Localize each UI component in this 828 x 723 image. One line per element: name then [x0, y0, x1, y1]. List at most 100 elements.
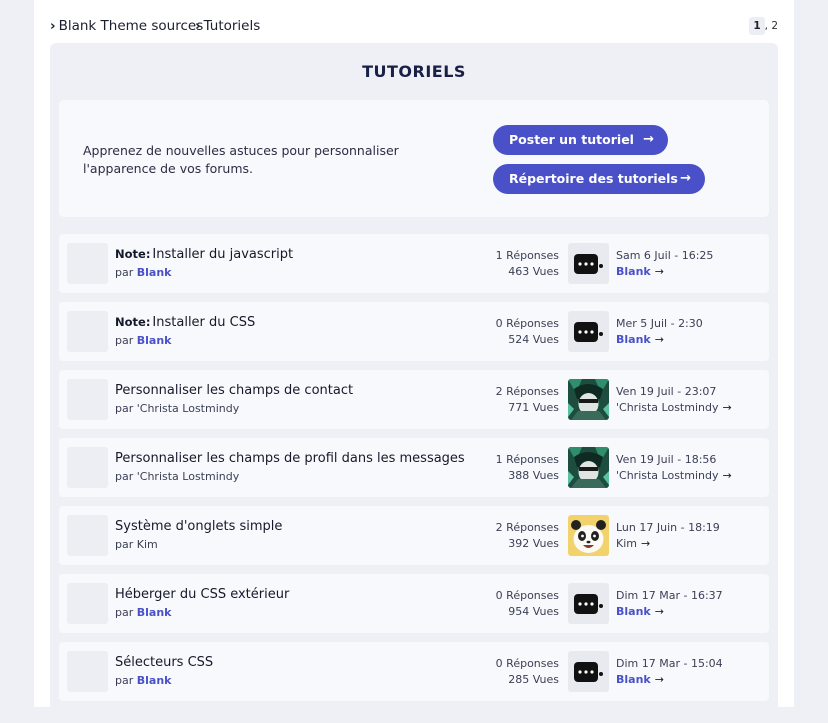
- reply-count: 2 Réponses: [495, 521, 559, 534]
- topic-title-link[interactable]: Héberger du CSS extérieur: [115, 587, 289, 602]
- topic-author[interactable]: Blank: [137, 674, 172, 687]
- arrow-right-icon[interactable]: →: [722, 469, 731, 482]
- arrow-right-icon: →: [680, 171, 691, 186]
- last-post-author[interactable]: Blank: [616, 673, 651, 686]
- last-poster-avatar[interactable]: [568, 447, 609, 488]
- reply-count: 0 Réponses: [495, 657, 559, 670]
- view-count: 463 Vues: [508, 265, 559, 278]
- topic-author[interactable]: 'Christa Lostmindy: [137, 402, 239, 415]
- tutorial-directory-button[interactable]: Répertoire des tutoriels →: [493, 164, 705, 194]
- last-post-info: Mer 5 Juil - 2:30 Blank →: [616, 316, 703, 348]
- topic-author-line: par Blank: [115, 606, 172, 619]
- topic-thumbnail: [67, 311, 108, 352]
- reply-count: 1 Réponses: [495, 249, 559, 262]
- topic-author-line: par Blank: [115, 334, 172, 347]
- topic-row: Note: Installer du javascript par Blank 1…: [59, 234, 769, 293]
- last-post-info: Dim 17 Mar - 16:37 Blank →: [616, 588, 723, 620]
- topic-author-line: par Kim: [115, 538, 158, 551]
- last-post-info: Sam 6 Juil - 16:25 Blank →: [616, 248, 713, 280]
- pagination: 1, 2: [749, 17, 778, 35]
- last-poster-avatar[interactable]: [568, 379, 609, 420]
- reply-count: 1 Réponses: [495, 453, 559, 466]
- forum-title: TUTORIELS: [362, 62, 466, 81]
- topic-title-link[interactable]: Personnaliser les champs de contact: [115, 383, 353, 398]
- last-post-author[interactable]: Kim: [616, 537, 637, 550]
- topic-title-text: Installer du CSS: [152, 315, 256, 330]
- topic-author-line: par Blank: [115, 266, 172, 279]
- post-tutorial-button[interactable]: Poster un tutoriel →: [493, 125, 668, 155]
- last-poster-avatar[interactable]: [568, 515, 609, 556]
- topic-row: Système d'onglets simple par Kim 2 Répon…: [59, 506, 769, 565]
- page-link-2[interactable]: 2: [771, 20, 778, 32]
- last-post-info: Dim 17 Mar - 15:04 Blank →: [616, 656, 723, 688]
- last-post-author[interactable]: 'Christa Lostmindy: [616, 401, 718, 414]
- last-post-author[interactable]: Blank: [616, 333, 651, 346]
- topic-stats: 0 Réponses 524 Vues: [496, 316, 559, 348]
- topic-stats: 2 Réponses 392 Vues: [496, 520, 559, 552]
- page: › Blank Theme sources › Tutoriels 1, 2 TUT…: [34, 0, 794, 723]
- topic-thumbnail: [67, 379, 108, 420]
- topic-row: Personnaliser les champs de profil dans …: [59, 438, 769, 497]
- topic-thumbnail: [67, 515, 108, 556]
- last-post-date: Ven 19 Juil - 23:07: [616, 385, 717, 398]
- topic-title-link[interactable]: Système d'onglets simple: [115, 519, 282, 534]
- topic-author[interactable]: Blank: [137, 334, 172, 347]
- topbar: › Blank Theme sources › Tutoriels 1, 2: [50, 17, 778, 37]
- last-post-date: Mer 5 Juil - 2:30: [616, 317, 703, 330]
- view-count: 524 Vues: [508, 333, 559, 346]
- last-post-author[interactable]: Blank: [616, 605, 651, 618]
- breadcrumb-tutoriels[interactable]: › Tutoriels: [195, 17, 260, 35]
- reply-count: 0 Réponses: [495, 317, 559, 330]
- topic-prefix: Note:: [115, 315, 151, 329]
- last-poster-avatar[interactable]: [568, 651, 609, 692]
- view-count: 285 Vues: [508, 673, 559, 686]
- last-post-author[interactable]: Blank: [616, 265, 651, 278]
- view-count: 954 Vues: [508, 605, 559, 618]
- topic-thumbnail: [67, 651, 108, 692]
- arrow-right-icon[interactable]: →: [722, 401, 731, 414]
- topic-author[interactable]: Blank: [137, 606, 172, 619]
- topic-title-link[interactable]: Note: Installer du javascript: [115, 247, 293, 262]
- topic-author[interactable]: Blank: [137, 266, 172, 279]
- last-post-author[interactable]: 'Christa Lostmindy: [616, 469, 718, 482]
- topic-stats: 2 Réponses 771 Vues: [496, 384, 559, 416]
- topic-stats: 1 Réponses 463 Vues: [496, 248, 559, 280]
- topic-thumbnail: [67, 583, 108, 624]
- topic-row: Note: Installer du CSS par Blank 0 Répons…: [59, 302, 769, 361]
- arrow-right-icon[interactable]: →: [655, 265, 664, 278]
- topic-title-link[interactable]: Note: Installer du CSS: [115, 315, 255, 330]
- last-post-date: Ven 19 Juil - 18:56: [616, 453, 717, 466]
- last-post-info: Lun 17 Juin - 18:19 Kim →: [616, 520, 720, 552]
- topic-prefix: Note:: [115, 247, 151, 261]
- last-poster-avatar[interactable]: [568, 311, 609, 352]
- topic-thumbnail: [67, 447, 108, 488]
- reply-count: 0 Réponses: [495, 589, 559, 602]
- topic-author-line: par 'Christa Lostmindy: [115, 402, 240, 415]
- arrow-right-icon[interactable]: →: [655, 333, 664, 346]
- last-poster-avatar[interactable]: [568, 243, 609, 284]
- topic-title-text: Installer du javascript: [152, 247, 294, 262]
- arrow-right-icon[interactable]: →: [655, 673, 664, 686]
- arrow-right-icon[interactable]: →: [641, 537, 650, 550]
- last-post-date: Dim 17 Mar - 16:37: [616, 589, 723, 602]
- topic-stats: 0 Réponses 285 Vues: [496, 656, 559, 688]
- last-poster-avatar[interactable]: [568, 583, 609, 624]
- reply-count: 2 Réponses: [495, 385, 559, 398]
- view-count: 388 Vues: [508, 469, 559, 482]
- topic-title-text: Héberger du CSS extérieur: [115, 587, 290, 602]
- forum-intro: Apprenez de nouvelles astuces pour perso…: [59, 100, 769, 217]
- topic-title-text: Sélecteurs CSS: [115, 655, 214, 670]
- topic-title-link[interactable]: Personnaliser les champs de profil dans …: [115, 451, 465, 466]
- view-count: 392 Vues: [508, 537, 559, 550]
- topic-row: Héberger du CSS extérieur par Blank 0 Ré…: [59, 574, 769, 633]
- topic-title-link[interactable]: Sélecteurs CSS: [115, 655, 213, 670]
- last-post-info: Ven 19 Juil - 23:07 'Christa Lostmindy →: [616, 384, 732, 416]
- last-post-date: Lun 17 Juin - 18:19: [616, 521, 720, 534]
- breadcrumb-blank-theme-sources[interactable]: › Blank Theme sources: [50, 17, 203, 35]
- topic-author[interactable]: Kim: [137, 538, 158, 551]
- topic-author[interactable]: 'Christa Lostmindy: [137, 470, 239, 483]
- topic-title-text: Personnaliser les champs de contact: [115, 383, 354, 398]
- topic-title-text: Personnaliser les champs de profil dans …: [115, 451, 465, 466]
- page-current: 1: [749, 17, 765, 35]
- arrow-right-icon[interactable]: →: [655, 605, 664, 618]
